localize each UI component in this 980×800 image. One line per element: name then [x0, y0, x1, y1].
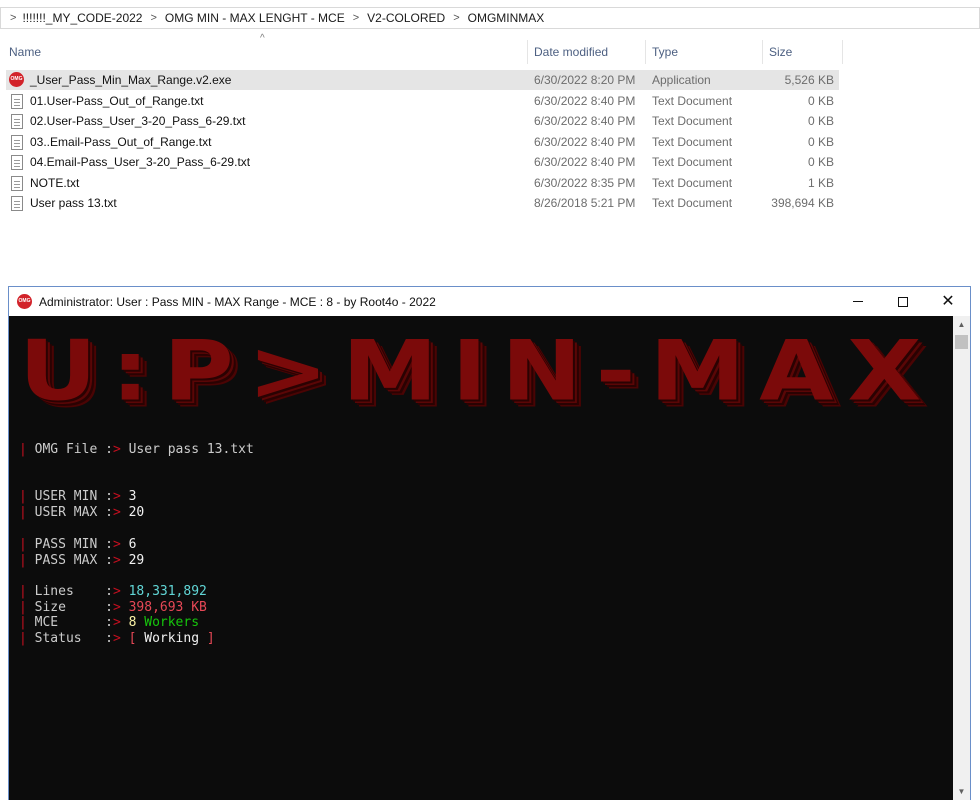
file-name: 03..Email-Pass_Out_of_Range.txt: [30, 135, 212, 149]
breadcrumb-item[interactable]: OMGMINMAX: [468, 11, 545, 25]
file-name: NOTE.txt: [30, 176, 80, 190]
label: OMG File :: [34, 442, 113, 457]
file-date: 6/30/2022 8:40 PM: [534, 155, 636, 169]
file-size: 0 KB: [807, 135, 834, 149]
text-file-icon: [11, 155, 23, 170]
close-icon: ✕: [941, 292, 955, 310]
line-pass-max: | PASS MAX :> 29: [19, 553, 145, 568]
file-type: Text Document: [652, 155, 733, 169]
file-date: 6/30/2022 8:40 PM: [534, 114, 636, 128]
console-window: OMG Administrator: User : Pass MIN - MAX…: [8, 286, 971, 800]
file-name: 04.Email-Pass_User_3-20_Pass_6-29.txt: [30, 155, 251, 169]
file-explorer: > !!!!!!!_MY_CODE-2022 > OMG MIN - MAX L…: [0, 0, 980, 282]
line-user-min: | USER MIN :> 3: [19, 489, 137, 504]
file-date: 6/30/2022 8:40 PM: [534, 135, 636, 149]
file-size: 0 KB: [807, 155, 834, 169]
line-pass-min: | PASS MIN :> 6: [19, 537, 137, 552]
file-name: 01.User-Pass_Out_of_Range.txt: [30, 94, 204, 108]
breadcrumb-chevron-icon[interactable]: >: [150, 12, 156, 24]
maximize-button[interactable]: [880, 287, 926, 316]
pass-max-value: 29: [128, 553, 145, 568]
text-file-icon: [11, 196, 23, 211]
column-header-label: Date modified: [534, 45, 609, 59]
breadcrumb-item[interactable]: OMG MIN - MAX LENGHT - MCE: [165, 11, 345, 25]
column-header-size[interactable]: Size: [763, 40, 843, 64]
file-row[interactable]: 04.Email-Pass_User_3-20_Pass_6-29.txt 6/…: [6, 152, 839, 172]
file-type: Text Document: [652, 135, 733, 149]
file-row[interactable]: NOTE.txt 6/30/2022 8:35 PM Text Document…: [6, 173, 839, 193]
breadcrumb-chevron-icon[interactable]: >: [453, 12, 459, 24]
size-value: 398,693: [128, 600, 184, 615]
text-file-icon: [11, 176, 23, 191]
column-header-label: Size: [769, 45, 793, 59]
breadcrumb-chevron-icon[interactable]: >: [353, 12, 359, 24]
file-name: _User_Pass_Min_Max_Range.v2.exe: [30, 73, 232, 87]
console-screen[interactable]: U:P>MIN-MAX | OMG File :> User pass 13.t…: [9, 316, 953, 800]
maximize-icon: [898, 296, 908, 307]
column-header-type[interactable]: Type: [646, 40, 763, 64]
line-mce: | MCE :> 8 Workers: [19, 615, 200, 630]
file-row[interactable]: 01.User-Pass_Out_of_Range.txt 6/30/2022 …: [6, 91, 839, 111]
address-bar[interactable]: > !!!!!!!_MY_CODE-2022 > OMG MIN - MAX L…: [0, 7, 980, 29]
file-size: 1 KB: [807, 176, 834, 190]
file-name: User pass 13.txt: [30, 196, 117, 210]
file-row[interactable]: 03..Email-Pass_Out_of_Range.txt 6/30/202…: [6, 132, 839, 152]
column-header-label: Type: [652, 45, 679, 59]
line-file: | OMG File :> User pass 13.txt: [19, 442, 254, 457]
column-header-date[interactable]: Date modified: [528, 40, 646, 64]
breadcrumb-item[interactable]: !!!!!!!_MY_CODE-2022: [22, 11, 142, 25]
app-icon: OMG: [9, 72, 24, 87]
file-date: 6/30/2022 8:40 PM: [534, 94, 636, 108]
text-file-icon: [11, 114, 23, 129]
line-size: | Size :> 398,693 KB: [19, 600, 207, 615]
file-size: 5,526 KB: [784, 73, 834, 87]
scroll-down-icon[interactable]: ▼: [953, 783, 970, 800]
user-min-value: 3: [128, 489, 137, 504]
file-type: Text Document: [652, 176, 733, 190]
line-status: | Status :> [ Working ]: [19, 631, 215, 646]
file-date: 6/30/2022 8:35 PM: [534, 176, 636, 190]
file-date: 6/30/2022 8:20 PM: [534, 73, 636, 87]
vertical-scrollbar[interactable]: ▲ ▼: [953, 316, 970, 800]
file-type: Application: [652, 73, 711, 87]
scroll-up-icon[interactable]: ▲: [953, 316, 970, 333]
window-title: Administrator: User : Pass MIN - MAX Ran…: [39, 295, 436, 309]
file-row[interactable]: OMG _User_Pass_Min_Max_Range.v2.exe 6/30…: [6, 70, 839, 90]
file-type: Text Document: [652, 196, 733, 210]
status-value: Working: [144, 631, 200, 646]
file-size: 0 KB: [807, 94, 834, 108]
line-user-max: | USER MAX :> 20: [19, 505, 145, 520]
file-name: 02.User-Pass_User_3-20_Pass_6-29.txt: [30, 114, 246, 128]
ascii-banner: U:P>MIN-MAX: [19, 323, 936, 420]
column-header-label: Name: [9, 45, 42, 59]
mce-value: 8: [128, 615, 137, 630]
text-file-icon: [11, 94, 23, 109]
user-max-value: 20: [128, 505, 145, 520]
title-bar[interactable]: OMG Administrator: User : Pass MIN - MAX…: [9, 287, 970, 316]
minimize-button[interactable]: [835, 287, 881, 316]
close-button[interactable]: ✕: [925, 287, 971, 316]
size-unit: KB: [191, 600, 207, 615]
lines-value: 18,331,892: [128, 584, 207, 599]
scroll-thumb[interactable]: [955, 335, 968, 349]
file-size: 398,694 KB: [771, 196, 834, 210]
file-date: 8/26/2018 5:21 PM: [534, 196, 636, 210]
file-size: 0 KB: [807, 114, 834, 128]
column-header-name[interactable]: Name: [0, 40, 528, 64]
mce-unit: Workers: [144, 615, 200, 630]
file-type: Text Document: [652, 94, 733, 108]
file-value: User pass 13.txt: [128, 442, 254, 457]
file-type: Text Document: [652, 114, 733, 128]
breadcrumb-chevron-icon[interactable]: >: [10, 12, 16, 24]
pass-min-value: 6: [128, 537, 137, 552]
file-row[interactable]: 02.User-Pass_User_3-20_Pass_6-29.txt 6/3…: [6, 111, 839, 131]
line-lines: | Lines :> 18,331,892: [19, 584, 207, 599]
app-logo-icon: OMG: [17, 294, 32, 309]
breadcrumb-item[interactable]: V2-COLORED: [367, 11, 445, 25]
file-row[interactable]: User pass 13.txt 8/26/2018 5:21 PM Text …: [6, 193, 839, 213]
text-file-icon: [11, 135, 23, 150]
minimize-icon: [853, 301, 863, 302]
